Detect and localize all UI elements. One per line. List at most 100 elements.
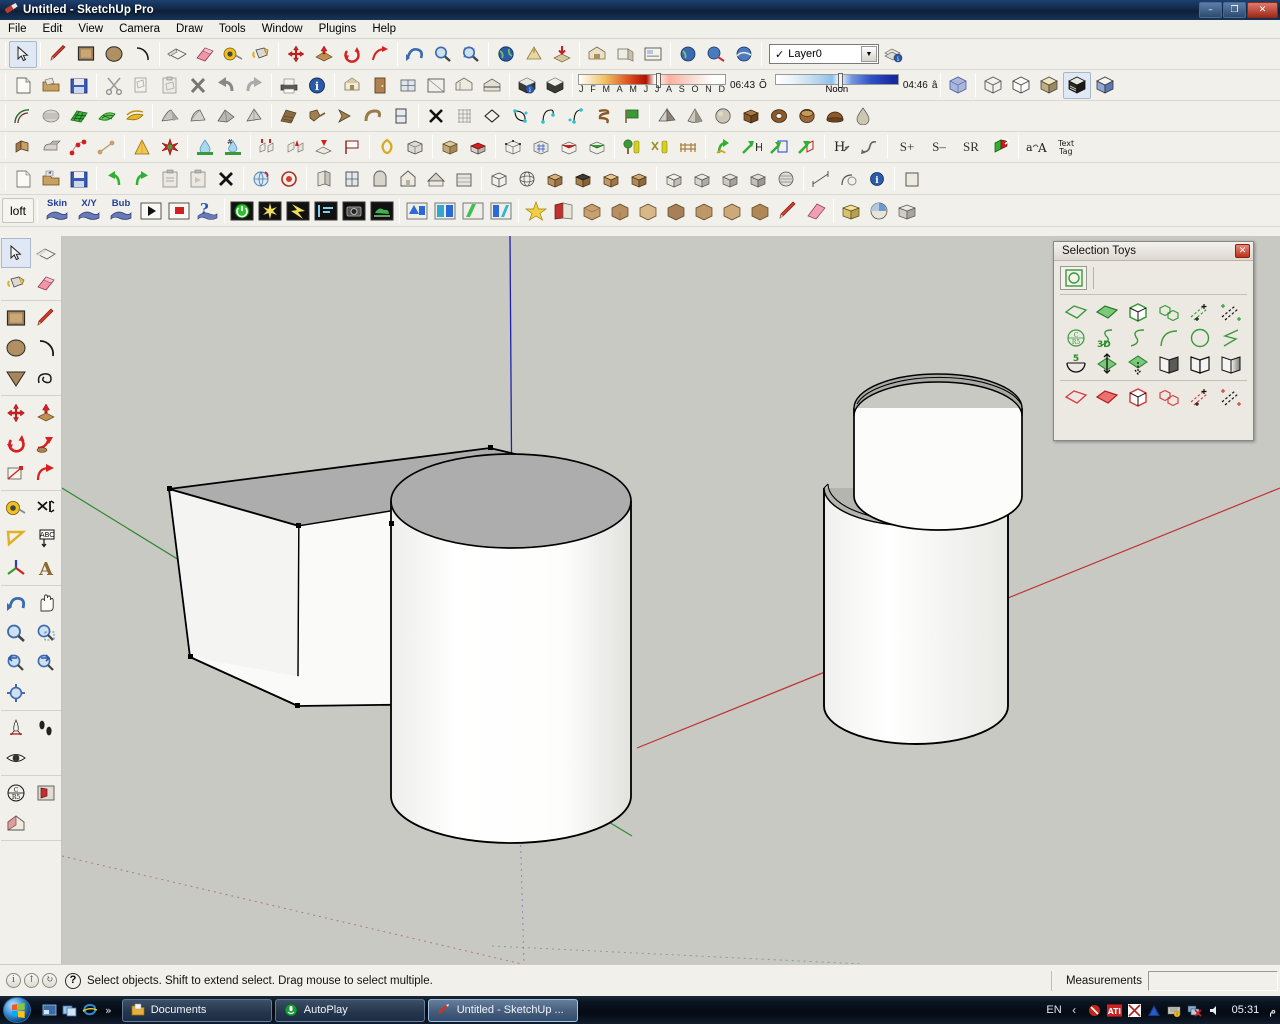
font-change-button[interactable]: aA — [1022, 134, 1050, 161]
menu-edit[interactable]: Edit — [35, 21, 71, 37]
contour-mesh-button[interactable] — [37, 103, 65, 130]
overflow-icon[interactable]: » — [105, 1004, 112, 1017]
layer-manager-button[interactable]: i — [879, 41, 907, 68]
orbit-tool[interactable] — [401, 41, 429, 68]
toggle-terrain-tool[interactable] — [730, 41, 758, 68]
redo-button[interactable] — [240, 72, 268, 99]
round-corner-button[interactable] — [37, 134, 65, 161]
eraser2-button[interactable] — [802, 197, 830, 224]
antivirus-icon[interactable] — [1147, 1003, 1162, 1018]
close-button[interactable]: ✕ — [1247, 2, 1278, 18]
mesh-roll-button[interactable] — [772, 165, 800, 192]
move-tool-left[interactable] — [1, 398, 31, 428]
c-r5-circle-icon[interactable]: C R5 — [1060, 325, 1091, 351]
component-window-button[interactable] — [394, 72, 422, 99]
brown-cube-1-button[interactable] — [541, 165, 569, 192]
window-panel-button[interactable] — [338, 165, 366, 192]
rotate-right-button[interactable] — [128, 165, 156, 192]
s-r-button[interactable]: SR — [955, 134, 987, 161]
cube-mesh-button[interactable] — [401, 134, 429, 161]
internet-explorer-icon[interactable] — [81, 1002, 98, 1019]
chevron-down-icon[interactable]: ▼ — [861, 46, 877, 62]
help-question-button[interactable]: ? — [193, 197, 221, 224]
refresh-circle-icon[interactable]: ↻ — [42, 973, 57, 988]
open-button[interactable] — [37, 72, 65, 99]
wireframe-view-button[interactable] — [979, 72, 1007, 99]
axes-tool-left[interactable] — [1, 553, 31, 583]
green-multi-cube-icon[interactable] — [1153, 299, 1184, 325]
protractor-tool-left[interactable] — [1, 523, 31, 553]
share-model-tool[interactable] — [611, 41, 639, 68]
star-button[interactable] — [522, 197, 550, 224]
extrude-up-button[interactable] — [254, 134, 282, 161]
pyramid-solid-button[interactable] — [653, 103, 681, 130]
h-arrow-button[interactable]: H — [828, 134, 856, 161]
info-circle-icon[interactable]: i — [6, 973, 21, 988]
ati-icon[interactable]: ATI — [1106, 1003, 1122, 1018]
model-info-button[interactable]: i — [303, 72, 331, 99]
arch-door-button[interactable] — [366, 165, 394, 192]
box-red-button[interactable] — [464, 134, 492, 161]
cylinder[interactable] — [389, 453, 632, 844]
tape-measure-tool[interactable] — [219, 41, 247, 68]
tray-expand-icon[interactable]: ‹ — [1067, 1003, 1082, 1018]
paint-bucket-tool-left[interactable] — [1, 268, 31, 298]
gray-cube-4-button[interactable] — [744, 165, 772, 192]
zoom-tool[interactable] — [429, 41, 457, 68]
soap-skin-4-button[interactable] — [240, 103, 268, 130]
show-desktop-icon[interactable] — [41, 1002, 58, 1019]
play-button[interactable] — [137, 197, 165, 224]
arrow-twist-button[interactable] — [709, 134, 737, 161]
dome-solid-button[interactable] — [821, 103, 849, 130]
section-plane-tool-left[interactable]: C R5 — [1, 778, 31, 808]
fence-button[interactable] — [674, 134, 702, 161]
windows-orb-icon[interactable] — [3, 997, 31, 1023]
green-dashed-plus-icon[interactable] — [1184, 299, 1215, 325]
question-mark-icon[interactable]: ? — [65, 972, 81, 989]
select-tool-left[interactable] — [0, 238, 31, 268]
green-updown-icon[interactable] — [1091, 351, 1122, 377]
zoom-window-tool-left[interactable] — [31, 618, 61, 648]
loop-gold-button[interactable] — [373, 134, 401, 161]
red-cube-icon[interactable] — [1122, 384, 1153, 410]
rotate-tool-left[interactable] — [1, 428, 31, 458]
green-diamond-arrow-icon[interactable] — [1122, 351, 1153, 377]
wire-sphere-button[interactable] — [513, 165, 541, 192]
rectangle-tool-left[interactable] — [1, 303, 31, 333]
monochrome-view-button[interactable] — [1091, 72, 1119, 99]
blue-swatch-button[interactable] — [403, 197, 431, 224]
globe-spin-button[interactable] — [247, 165, 275, 192]
warehouse-tool[interactable] — [583, 41, 611, 68]
menu-window[interactable]: Window — [254, 21, 311, 37]
next-view-tool-left[interactable] — [31, 648, 61, 678]
s-minus-button[interactable]: S– — [923, 134, 955, 161]
move-tool[interactable] — [282, 41, 310, 68]
cylinder-solid-button[interactable] — [793, 103, 821, 130]
pushpull-tool-left[interactable] — [31, 398, 61, 428]
clock-time[interactable]: 05:31 — [1232, 1004, 1260, 1016]
section-display-button[interactable] — [450, 72, 478, 99]
power-green-button[interactable] — [228, 197, 256, 224]
network-error-icon[interactable] — [1187, 1003, 1202, 1018]
select-tool[interactable] — [9, 40, 37, 68]
minimize-button[interactable]: – — [1199, 2, 1222, 18]
sparkle-button[interactable] — [256, 197, 284, 224]
section-plane-button[interactable] — [422, 72, 450, 99]
bezier-loop-button[interactable] — [506, 103, 534, 130]
gray-cube-1-button[interactable] — [660, 165, 688, 192]
wood-7-button[interactable] — [746, 197, 774, 224]
volume-icon[interactable] — [1207, 1003, 1222, 1018]
teardrop-solid-button[interactable] — [849, 103, 877, 130]
globe-pie-button[interactable] — [865, 197, 893, 224]
mesh-wire-button[interactable] — [499, 134, 527, 161]
extrude-edge-button[interactable] — [275, 103, 303, 130]
follow-me-tool-left[interactable] — [31, 428, 61, 458]
wood-1-button[interactable] — [578, 197, 606, 224]
red-dashed-cross-icon[interactable] — [1215, 384, 1246, 410]
google-earth-tool[interactable] — [492, 41, 520, 68]
tree-tool-button[interactable] — [618, 134, 646, 161]
grid-mesh-button[interactable] — [450, 103, 478, 130]
brown-cube-4-button[interactable] — [625, 165, 653, 192]
mesh-green-button[interactable] — [583, 134, 611, 161]
brown-cube-3-button[interactable] — [597, 165, 625, 192]
